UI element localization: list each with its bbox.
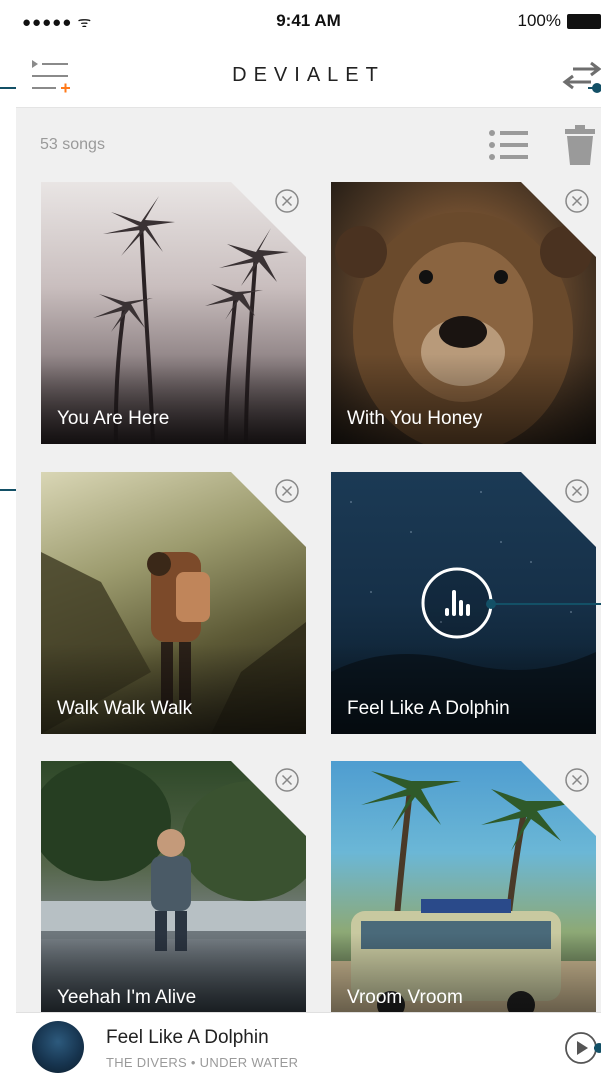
- play-circle-icon[interactable]: [564, 1031, 598, 1065]
- callout-dot-play: [594, 1043, 601, 1053]
- callout-dot-playing: [486, 599, 496, 609]
- playlist-toolbar: 53 songs: [16, 108, 601, 178]
- close-circle-icon[interactable]: [274, 188, 300, 214]
- app-title: DEVIALET: [232, 64, 385, 86]
- song-card[interactable]: Vroom Vroom: [331, 761, 596, 1023]
- battery-percent: 100%: [517, 11, 561, 30]
- song-title: Walk Walk Walk: [57, 698, 193, 719]
- battery-indicator: 100%: [518, 11, 601, 31]
- card-shade: [41, 644, 306, 734]
- song-title: Vroom Vroom: [347, 987, 463, 1008]
- song-card[interactable]: You Are Here: [41, 182, 306, 444]
- status-bar: ●●●●● ᯤ 9:41 AM 100%: [16, 0, 601, 44]
- song-card[interactable]: Walk Walk Walk: [41, 472, 306, 734]
- callout-line-playing: [490, 603, 601, 605]
- callout-dot-shuffle: [592, 83, 601, 93]
- song-title: Yeehah I'm Alive: [57, 987, 197, 1008]
- status-time: 9:41 AM: [276, 11, 341, 30]
- now-playing-bar[interactable]: Feel Like A Dolphin THE DIVERS • UNDER W…: [16, 1012, 601, 1078]
- battery-icon: [567, 13, 601, 29]
- card-shade: [331, 644, 596, 734]
- card-shade: [331, 933, 596, 1023]
- delete-button[interactable]: [564, 123, 596, 167]
- close-circle-icon[interactable]: [564, 188, 590, 214]
- close-circle-icon[interactable]: [274, 767, 300, 793]
- nav-bar: DEVIALET: [16, 44, 601, 108]
- list-view-button[interactable]: [488, 128, 530, 162]
- now-playing-subtitle: THE DIVERS • UNDER WATER: [106, 1055, 299, 1070]
- song-title: With You Honey: [347, 408, 483, 429]
- close-circle-icon[interactable]: [274, 478, 300, 504]
- now-playing-title: Feel Like A Dolphin: [106, 1027, 269, 1048]
- song-card[interactable]: With You Honey: [331, 182, 596, 444]
- song-card[interactable]: Yeehah I'm Alive: [41, 761, 306, 1023]
- phone-screen: ●●●●● ᯤ 9:41 AM 100% DEVIALET 53 songs Y…: [16, 0, 601, 1078]
- song-count: 53 songs: [40, 136, 105, 153]
- card-shade: [41, 354, 306, 444]
- close-circle-icon[interactable]: [564, 478, 590, 504]
- list-view-icon: [489, 130, 528, 160]
- card-shade: [41, 933, 306, 1023]
- close-circle-icon[interactable]: [564, 767, 590, 793]
- equalizer-play-icon[interactable]: [420, 566, 494, 640]
- now-playing-artwork: [32, 1021, 84, 1073]
- song-title: Feel Like A Dolphin: [347, 698, 510, 719]
- trash-icon: [565, 125, 595, 165]
- card-shade: [331, 354, 596, 444]
- song-title: You Are Here: [57, 408, 170, 429]
